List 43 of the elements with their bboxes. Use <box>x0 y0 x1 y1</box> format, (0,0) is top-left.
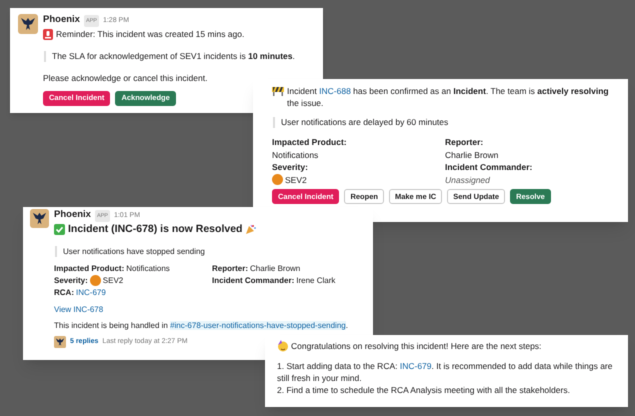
resolved-title: Incident (INC-678) is now Resolved <box>68 222 242 237</box>
field-label: Reporter: <box>445 136 484 148</box>
field-label: Impacted Product: <box>272 136 348 148</box>
field-label: Impacted Product: <box>54 262 124 275</box>
construction-barrier-icon <box>272 86 284 96</box>
channel-text: This incident is being handled in #inc-678-user-notifications-have-stopped-sending. <box>54 320 348 332</box>
check-mark-icon <box>54 224 65 236</box>
channel-link[interactable]: #inc-678-user-notifications-have-stopped-sending <box>170 320 346 330</box>
quote-text: User notifications are delayed by 60 minutes <box>273 117 614 128</box>
field-value: Irene Clark <box>296 274 336 287</box>
field-value: Charlie Brown <box>445 148 498 161</box>
field-label: Incident Commander: <box>445 161 534 174</box>
field-label: Severity: <box>272 161 309 174</box>
incident-link[interactable]: INC-679 <box>400 360 432 371</box>
quote-text: User notifications have stopped sending <box>55 246 348 257</box>
reminder-text: Reminder: This incident was created 15 mins ago. <box>56 28 244 41</box>
party-popper-icon <box>245 224 256 236</box>
bird-avatar <box>30 209 49 228</box>
congratulations-text: Congratulations on resolving this incident! Here are the next steps: <box>291 340 542 353</box>
party-face-icon <box>277 340 289 352</box>
field-value[interactable]: INC-679 <box>76 286 106 299</box>
prompt-text: Please acknowledge or cancel this incident. <box>43 72 208 84</box>
field-value: Charlie Brown <box>250 262 300 275</box>
field-value: Notifications <box>272 148 318 161</box>
field-value: SEV2 <box>285 174 307 186</box>
field-value: Unassigned <box>445 174 490 186</box>
step-text: 1. Start adding data to the RCA: INC-679. It is recommended to add data while things are still fresh in your mind. <box>277 360 614 384</box>
field-label: RCA: <box>54 286 74 299</box>
sender-name: Phoenix <box>54 209 91 221</box>
incident-link[interactable]: INC-688 <box>319 86 351 96</box>
field-label: Reporter: <box>212 262 248 275</box>
step-text: 2. Find a time to schedule the RCA Analysis meeting with all the stakeholders. <box>277 384 571 396</box>
bird-avatar <box>18 14 38 34</box>
sender-name: Phoenix <box>43 14 80 26</box>
field-label: Incident Commander: <box>212 274 294 287</box>
siren-icon <box>43 28 53 40</box>
bird-avatar <box>54 336 66 348</box>
field-value: SEV2 <box>102 274 124 287</box>
quote-text: The SLA for acknowledgement of SEV1 incidents is 10 minutes. <box>44 50 295 62</box>
view-incident-link[interactable]: View INC-678 <box>54 304 348 316</box>
field-value: Notifications <box>126 262 170 275</box>
confirmation-text: Incident INC-688 has been confirmed as an Incident. The team is actively resolving the issue. <box>287 85 610 109</box>
field-label: Severity: <box>54 274 88 287</box>
